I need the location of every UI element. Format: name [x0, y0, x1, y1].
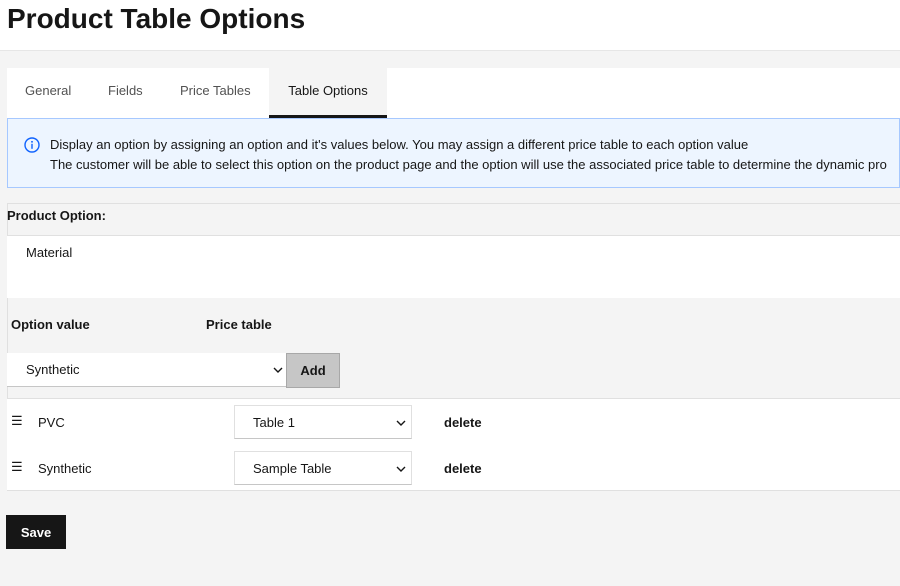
delete-link[interactable]: delete — [444, 461, 482, 476]
option-value-column-header: Option value — [11, 317, 90, 332]
price-table-selected: Table 1 — [253, 415, 295, 430]
delete-link[interactable]: delete — [444, 415, 482, 430]
product-option-label: Product Option: — [7, 208, 106, 223]
list-item: ☰ Synthetic Sample Table delete — [7, 445, 900, 491]
tab-table-options[interactable]: Table Options — [269, 68, 387, 118]
drag-handle-icon[interactable]: ☰ — [11, 459, 23, 475]
tab-price-tables[interactable]: Price Tables — [180, 68, 251, 118]
option-name: PVC — [38, 415, 65, 430]
info-notification: Display an option by assigning an option… — [7, 118, 900, 188]
info-icon — [24, 137, 40, 153]
price-table-select[interactable]: Table 1 — [234, 405, 412, 439]
option-value-selected: Synthetic — [26, 362, 80, 377]
product-option-value: Material — [26, 245, 73, 260]
list-item: ☰ PVC Table 1 delete — [7, 399, 900, 445]
product-option-select[interactable]: Material — [7, 235, 900, 298]
option-value-select[interactable]: Synthetic — [7, 353, 286, 387]
info-line-1: Display an option by assigning an option… — [50, 137, 749, 152]
page-title: Product Table Options — [7, 3, 306, 34]
save-button[interactable]: Save — [6, 515, 66, 549]
tab-general[interactable]: General — [25, 68, 71, 118]
option-name: Synthetic — [38, 461, 92, 476]
option-rows: ☰ PVC Table 1 delete ☰ Synthetic Sample … — [7, 398, 900, 491]
add-button[interactable]: Add — [286, 353, 340, 388]
price-table-select[interactable]: Sample Table — [234, 451, 412, 485]
info-message: Display an option by assigning an option… — [50, 135, 887, 175]
page-header: Product Table Options — [0, 0, 900, 51]
info-line-2: The customer will be able to select this… — [50, 157, 887, 172]
tab-fields[interactable]: Fields — [108, 68, 143, 118]
price-table-column-header: Price table — [206, 317, 272, 332]
price-table-selected: Sample Table — [253, 461, 332, 476]
drag-handle-icon[interactable]: ☰ — [11, 413, 23, 429]
chevron-down-icon — [273, 367, 283, 373]
tab-bar: General Fields Price Tables Table Option… — [7, 68, 900, 118]
chevron-down-icon — [396, 466, 406, 472]
chevron-down-icon — [396, 420, 406, 426]
